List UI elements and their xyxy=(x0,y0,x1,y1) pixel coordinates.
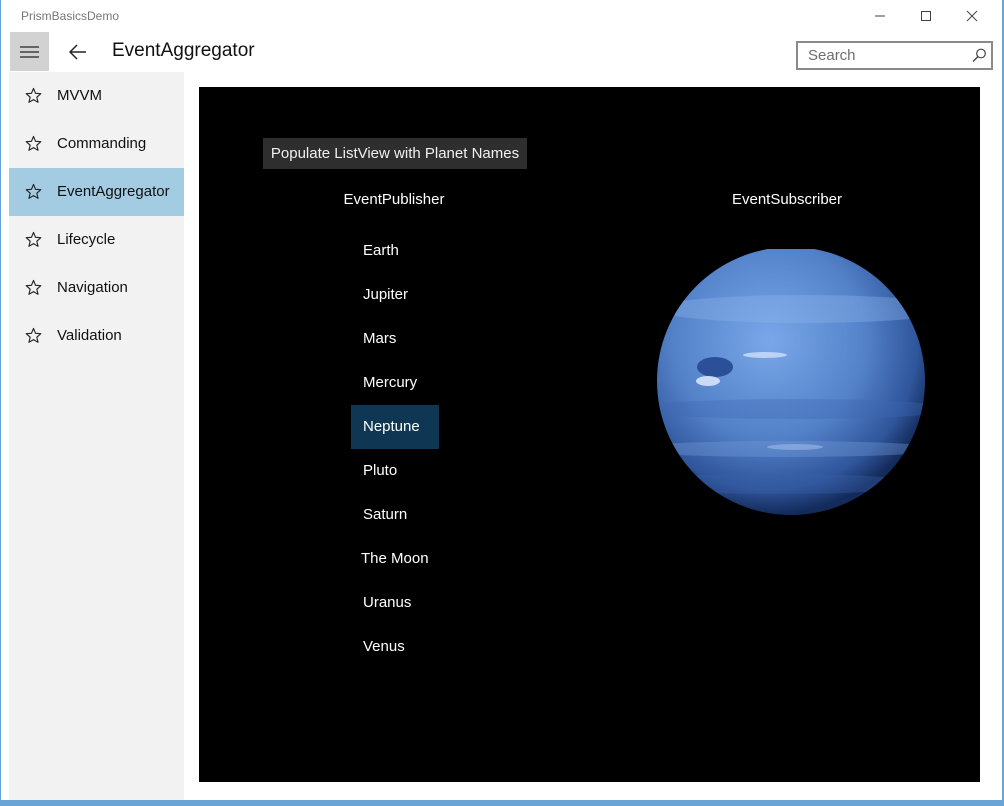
list-item[interactable]: The Moon xyxy=(351,537,439,581)
list-item-selected[interactable]: Neptune xyxy=(351,405,439,449)
sidebar-item-label: EventAggregator xyxy=(57,183,170,200)
search-icon[interactable] xyxy=(972,48,986,63)
hamburger-menu-button[interactable] xyxy=(10,32,49,71)
sidebar-item-label: Validation xyxy=(57,327,122,344)
sidebar-nav: MVVM Commanding EventAggregator Lifecycl… xyxy=(9,72,184,800)
app-title: PrismBasicsDemo xyxy=(21,9,120,23)
event-publisher-header: EventPublisher xyxy=(343,191,445,208)
neptune-planet-image xyxy=(657,249,925,515)
list-item[interactable]: Pluto xyxy=(351,449,439,493)
close-icon xyxy=(966,10,978,22)
sidebar-item-lifecycle[interactable]: Lifecycle xyxy=(9,216,184,264)
star-icon xyxy=(25,87,42,103)
event-aggregator-content: Populate ListView with Planet Names Even… xyxy=(199,87,980,782)
list-item-label: Mercury xyxy=(363,374,418,391)
close-button[interactable] xyxy=(949,0,995,32)
maximize-button[interactable] xyxy=(903,0,949,32)
search-box[interactable] xyxy=(796,41,993,70)
sidebar-item-validation[interactable]: Validation xyxy=(9,312,184,360)
star-icon xyxy=(25,327,42,343)
app-window: PrismBasicsDemo EventAggregator Search M… xyxy=(1,0,1002,800)
sidebar-item-label: Navigation xyxy=(57,279,128,296)
sidebar-item-navigation[interactable]: Navigation xyxy=(9,264,184,312)
search-input[interactable] xyxy=(798,43,968,68)
list-item-label: Saturn xyxy=(363,506,408,523)
list-item[interactable]: Mars xyxy=(351,317,439,361)
sidebar-item-eventaggregator[interactable]: EventAggregator xyxy=(9,168,184,216)
minimize-icon xyxy=(875,15,885,17)
title-bar: PrismBasicsDemo xyxy=(1,0,1002,32)
star-icon xyxy=(25,279,42,295)
sidebar-item-label: Lifecycle xyxy=(57,231,116,248)
star-icon xyxy=(25,231,42,247)
list-item-label: Venus xyxy=(363,638,405,655)
list-item-label: Uranus xyxy=(363,594,412,611)
star-icon xyxy=(25,135,42,151)
page-title: EventAggregator xyxy=(112,40,255,61)
minimize-button[interactable] xyxy=(857,0,903,32)
list-item-label: Jupiter xyxy=(363,286,409,303)
star-icon xyxy=(25,183,42,199)
event-subscriber-header: EventSubscriber xyxy=(731,191,843,208)
sidebar-item-commanding[interactable]: Commanding xyxy=(9,120,184,168)
sidebar-item-label: Commanding xyxy=(57,135,147,152)
back-arrow-icon xyxy=(69,44,86,60)
list-item[interactable]: Uranus xyxy=(351,581,439,625)
list-item[interactable]: Mercury xyxy=(351,361,439,405)
hamburger-icon xyxy=(20,46,39,58)
maximize-icon xyxy=(921,11,931,21)
list-item-label: Earth xyxy=(363,242,399,259)
list-item-label: Pluto xyxy=(363,462,398,479)
sidebar-item-mvvm[interactable]: MVVM xyxy=(9,72,184,120)
list-item-label: Mars xyxy=(363,330,397,347)
list-item[interactable]: Venus xyxy=(351,625,439,669)
list-item-label: The Moon xyxy=(361,550,429,567)
populate-listview-button[interactable]: Populate ListView with Planet Names xyxy=(263,138,527,169)
list-item[interactable]: Jupiter xyxy=(351,273,439,317)
list-item[interactable]: Saturn xyxy=(351,493,439,537)
list-item[interactable]: Earth xyxy=(351,229,439,273)
sidebar-item-label: MVVM xyxy=(57,87,102,104)
back-button[interactable] xyxy=(61,36,95,68)
list-item-label: Neptune xyxy=(363,418,420,435)
